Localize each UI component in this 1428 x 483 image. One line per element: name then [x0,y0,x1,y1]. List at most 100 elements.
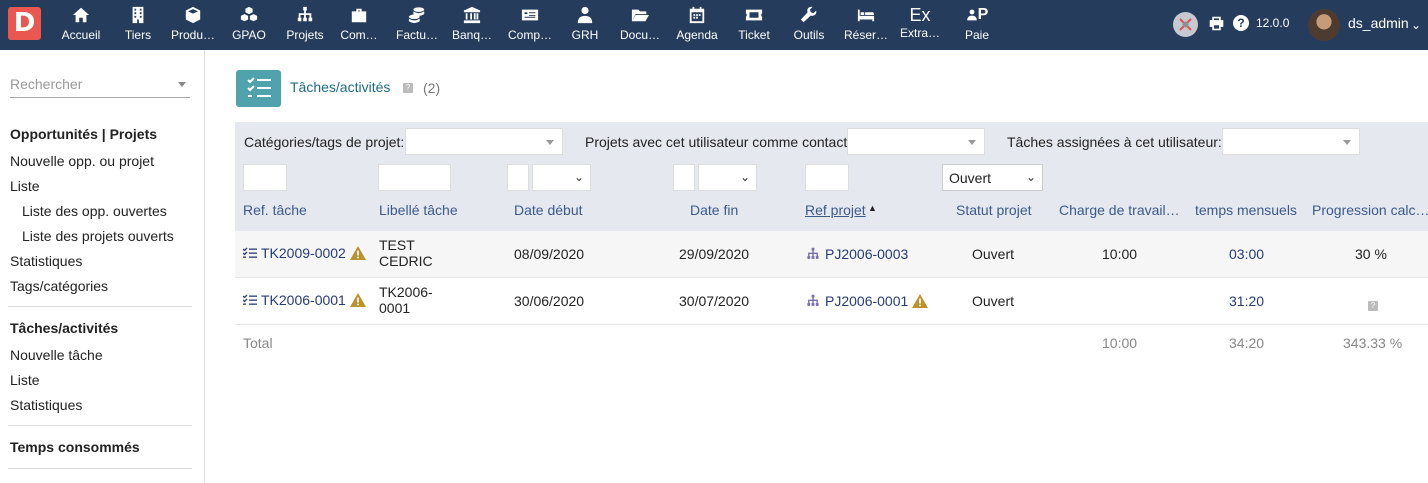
filter-ref-input[interactable] [243,164,287,191]
column-header-status[interactable]: Statut projet [956,202,1032,218]
sitemap-icon [283,6,327,28]
sidebar-item-open-opps[interactable]: Liste des opp. ouvertes [22,203,167,219]
menu-label: Produ… [170,28,216,42]
status-select-value: Ouvert [949,170,992,186]
column-header-ref[interactable]: Ref. tâche [243,202,307,218]
sidebar-item-new-project[interactable]: Nouvelle opp. ou projet [10,153,154,169]
table-total-row: Total 10:00 34:20 343.33 % [235,325,1428,361]
task-label-line: TK2006- [379,284,433,300]
filter-status-select[interactable]: Ouvert ⌄ [942,164,1043,191]
chevron-down-icon: ⌄ [739,170,750,184]
menu-agenda[interactable]: Agenda [674,0,720,50]
menu-thirdparties[interactable]: Tiers [118,0,158,50]
menu-reservations[interactable]: Réser… [842,0,890,50]
column-header-monthly-time[interactable]: temps mensuels [1195,202,1297,218]
monthly-time-link[interactable]: 31:20 [1229,293,1264,309]
menu-bank[interactable]: Banq… [450,0,494,50]
column-header-progress[interactable]: Progression calc… [1312,202,1428,218]
help-icon[interactable]: ? [403,83,413,93]
paie-glyph: P [977,6,989,23]
dolibarr-logo[interactable]: D [8,7,41,40]
contact-user-select[interactable] [847,128,985,155]
warning-icon [349,293,366,307]
menu-label: Projets [286,28,324,42]
sidebar-item-task-list[interactable]: Liste [10,372,40,388]
wrench-icon [790,6,828,28]
filter-end-day-input[interactable] [673,164,695,191]
menu-label: Ticket [738,28,770,42]
menu-ticket[interactable]: Ticket [734,0,774,50]
sort-ascending-icon[interactable]: ▲ [868,203,877,213]
menu-projects[interactable]: Projets [283,0,327,50]
sidebar-section-projects[interactable]: Opportunités | Projets [10,126,157,142]
task-ref-link[interactable]: TK2009-0002 [243,245,366,261]
assigned-user-select[interactable] [1222,128,1360,155]
monthly-time-link[interactable]: 03:00 [1229,246,1264,262]
menu-label: Agenda [676,28,718,42]
column-header-project[interactable]: Ref projet [805,202,866,218]
help-icon[interactable]: ? [1368,301,1378,311]
menu-gpao[interactable]: GPAO [228,0,270,50]
menu-hr[interactable]: GRH [568,0,602,50]
help-icon[interactable]: ? [1233,15,1249,31]
sidebar-search-select[interactable]: Rechercher [10,76,190,98]
maintenance-icon[interactable] [1173,12,1198,37]
menu-label: GRH [571,28,599,42]
menu-label: Paie [964,28,990,42]
menu-payroll[interactable]: P Paie [958,0,996,50]
sidebar-item-tags[interactable]: Tags/catégories [10,278,108,294]
filter-start-month-select[interactable]: ⌄ [532,164,591,191]
menu-accounting[interactable]: Comp… [506,0,554,50]
categories-select[interactable] [405,128,563,155]
avatar[interactable] [1308,9,1340,41]
total-label: Total [243,335,273,351]
warning-icon [912,294,929,308]
filter-label-input[interactable] [378,164,451,191]
filter-start-day-input[interactable] [507,164,529,191]
column-header-workload[interactable]: Charge de travail… [1059,202,1180,218]
menu-commercial[interactable]: Com… [337,0,381,50]
sitemap-icon [807,247,819,259]
menu-extra[interactable]: Ex Extra… [898,0,942,50]
start-date: 30/06/2020 [514,293,585,309]
filter-end-month-select[interactable]: ⌄ [698,164,757,191]
task-ref-link[interactable]: TK2006-0001 [243,292,366,308]
user-menu-chevron-icon[interactable]: ⌄ [1411,18,1421,32]
menu-label: Comp… [507,28,552,42]
project-ref-link[interactable]: PJ2006-0001 [805,293,929,309]
total-monthly-time: 34:20 [1229,335,1265,351]
tasks-page-icon [236,70,281,107]
menu-documents[interactable]: Docu… [618,0,662,50]
sidebar-divider [8,468,192,469]
username[interactable]: ds_admin [1348,15,1409,31]
sidebar-item-new-task[interactable]: Nouvelle tâche [10,347,103,363]
filter-label-assigned: Tâches assignées à cet utilisateur: [1007,134,1222,150]
sidebar-item-task-statistics[interactable]: Statistiques [10,397,82,413]
project-status: Ouvert [972,293,1015,309]
print-icon[interactable] [1208,15,1225,35]
task-label-line: 0001 [379,300,411,316]
sidebar-section-time-spent[interactable]: Temps consommés [10,439,140,455]
menu-tools[interactable]: Outils [790,0,828,50]
column-header-start-date[interactable]: Date début [514,202,583,218]
project-ref-link[interactable]: PJ2006-0003 [805,246,908,262]
user-tie-icon [568,6,602,28]
cube-icon [168,6,218,28]
left-sidebar: Rechercher Opportunités | Projets Nouvel… [0,50,205,483]
column-header-end-date[interactable]: Date fin [690,202,738,218]
column-header-label[interactable]: Libellé tâche [379,202,458,218]
menu-label: Com… [340,28,378,42]
version-label: 12.0.0 [1256,16,1290,30]
bank-icon [450,6,494,28]
menu-home[interactable]: Accueil [60,0,102,50]
page-title: Tâches/activités [290,79,391,95]
sidebar-item-open-projects[interactable]: Liste des projets ouverts [22,228,174,244]
cubes-icon [228,6,270,28]
sidebar-item-statistics[interactable]: Statistiques [10,253,82,269]
filter-project-input[interactable] [805,164,849,191]
menu-billing[interactable]: Factu… [394,0,440,50]
sidebar-section-tasks[interactable]: Tâches/activités [10,320,118,336]
sidebar-item-list[interactable]: Liste [10,178,40,194]
menu-products[interactable]: Produ… [168,0,218,50]
table-row: TK2009-0002 TEST CEDRIC 08/09/2020 29/09… [235,231,1428,278]
